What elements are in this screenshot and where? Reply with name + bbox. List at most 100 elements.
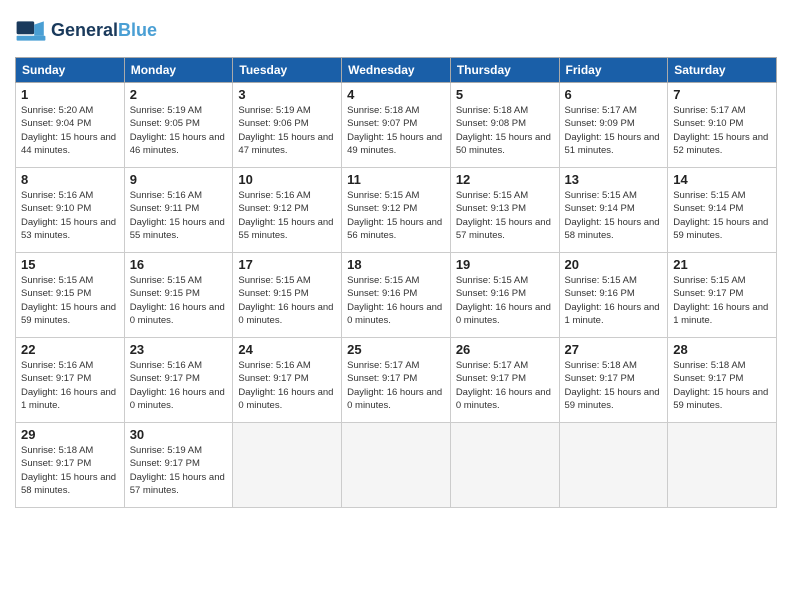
day-number: 8 bbox=[21, 172, 119, 187]
calendar-day-cell: 20 Sunrise: 5:15 AMSunset: 9:16 PMDayligh… bbox=[559, 253, 668, 338]
calendar-day-cell: 10 Sunrise: 5:16 AMSunset: 9:12 PMDayligh… bbox=[233, 168, 342, 253]
calendar-day-cell: 30 Sunrise: 5:19 AMSunset: 9:17 PMDayligh… bbox=[124, 423, 233, 508]
calendar-day-cell: 8Sunrise: 5:16 AMSunset: 9:10 PMDaylight… bbox=[16, 168, 125, 253]
calendar-day-cell: 29 Sunrise: 5:18 AMSunset: 9:17 PMDayligh… bbox=[16, 423, 125, 508]
logo-text: GeneralBlue bbox=[51, 21, 157, 41]
day-number: 27 bbox=[565, 342, 663, 357]
day-info: Sunrise: 5:15 AMSunset: 9:15 PMDaylight:… bbox=[238, 274, 336, 327]
calendar-day-cell: 11Sunrise: 5:15 AMSunset: 9:12 PMDayligh… bbox=[342, 168, 451, 253]
calendar-day-cell bbox=[559, 423, 668, 508]
calendar-week-row: 1Sunrise: 5:20 AMSunset: 9:04 PMDaylight… bbox=[16, 83, 777, 168]
day-number: 19 bbox=[456, 257, 554, 272]
calendar-day-cell: 3 Sunrise: 5:19 AMSunset: 9:06 PMDaylight… bbox=[233, 83, 342, 168]
day-number: 22 bbox=[21, 342, 119, 357]
calendar-day-cell: 4 Sunrise: 5:18 AMSunset: 9:07 PMDaylight… bbox=[342, 83, 451, 168]
day-info: Sunrise: 5:18 AMSunset: 9:17 PMDaylight:… bbox=[565, 359, 663, 412]
calendar-day-cell: 14 Sunrise: 5:15 AMSunset: 9:14 PMDayligh… bbox=[668, 168, 777, 253]
day-number: 5 bbox=[456, 87, 554, 102]
day-info: Sunrise: 5:19 AMSunset: 9:06 PMDaylight:… bbox=[238, 104, 336, 157]
day-info: Sunrise: 5:15 AMSunset: 9:13 PMDaylight:… bbox=[456, 189, 554, 242]
calendar-day-cell: 15 Sunrise: 5:15 AMSunset: 9:15 PMDayligh… bbox=[16, 253, 125, 338]
calendar-week-row: 8Sunrise: 5:16 AMSunset: 9:10 PMDaylight… bbox=[16, 168, 777, 253]
day-number: 7 bbox=[673, 87, 771, 102]
day-number: 20 bbox=[565, 257, 663, 272]
day-number: 26 bbox=[456, 342, 554, 357]
day-info: Sunrise: 5:15 AMSunset: 9:17 PMDaylight:… bbox=[673, 274, 771, 327]
day-info: Sunrise: 5:15 AMSunset: 9:16 PMDaylight:… bbox=[456, 274, 554, 327]
calendar-day-cell: 6 Sunrise: 5:17 AMSunset: 9:09 PMDaylight… bbox=[559, 83, 668, 168]
day-number: 10 bbox=[238, 172, 336, 187]
calendar-day-cell: 19 Sunrise: 5:15 AMSunset: 9:16 PMDayligh… bbox=[450, 253, 559, 338]
day-number: 17 bbox=[238, 257, 336, 272]
calendar-day-cell bbox=[233, 423, 342, 508]
calendar-day-cell: 25Sunrise: 5:17 AMSunset: 9:17 PMDayligh… bbox=[342, 338, 451, 423]
day-info: Sunrise: 5:16 AMSunset: 9:12 PMDaylight:… bbox=[238, 189, 336, 242]
calendar-day-cell: 27 Sunrise: 5:18 AMSunset: 9:17 PMDayligh… bbox=[559, 338, 668, 423]
calendar-day-cell: 18Sunrise: 5:15 AMSunset: 9:16 PMDayligh… bbox=[342, 253, 451, 338]
weekday-header: Sunday bbox=[16, 58, 125, 83]
day-number: 29 bbox=[21, 427, 119, 442]
day-info: Sunrise: 5:20 AMSunset: 9:04 PMDaylight:… bbox=[21, 104, 119, 157]
calendar-day-cell: 1Sunrise: 5:20 AMSunset: 9:04 PMDaylight… bbox=[16, 83, 125, 168]
calendar-day-cell: 21Sunrise: 5:15 AMSunset: 9:17 PMDayligh… bbox=[668, 253, 777, 338]
calendar-week-row: 15 Sunrise: 5:15 AMSunset: 9:15 PMDayligh… bbox=[16, 253, 777, 338]
calendar-week-row: 22 Sunrise: 5:16 AMSunset: 9:17 PMDayligh… bbox=[16, 338, 777, 423]
weekday-header: Thursday bbox=[450, 58, 559, 83]
day-info: Sunrise: 5:16 AMSunset: 9:17 PMDaylight:… bbox=[238, 359, 336, 412]
day-number: 12 bbox=[456, 172, 554, 187]
day-info: Sunrise: 5:15 AMSunset: 9:16 PMDaylight:… bbox=[565, 274, 663, 327]
day-info: Sunrise: 5:17 AMSunset: 9:17 PMDaylight:… bbox=[347, 359, 445, 412]
day-info: Sunrise: 5:17 AMSunset: 9:09 PMDaylight:… bbox=[565, 104, 663, 157]
calendar-day-cell: 26 Sunrise: 5:17 AMSunset: 9:17 PMDayligh… bbox=[450, 338, 559, 423]
day-info: Sunrise: 5:15 AMSunset: 9:16 PMDaylight:… bbox=[347, 274, 445, 327]
day-info: Sunrise: 5:17 AMSunset: 9:10 PMDaylight:… bbox=[673, 104, 771, 157]
day-number: 23 bbox=[130, 342, 228, 357]
day-number: 15 bbox=[21, 257, 119, 272]
calendar-day-cell bbox=[342, 423, 451, 508]
calendar-day-cell: 2 Sunrise: 5:19 AMSunset: 9:05 PMDaylight… bbox=[124, 83, 233, 168]
calendar-day-cell bbox=[668, 423, 777, 508]
day-number: 24 bbox=[238, 342, 336, 357]
day-info: Sunrise: 5:15 AMSunset: 9:12 PMDaylight:… bbox=[347, 189, 445, 242]
day-number: 28 bbox=[673, 342, 771, 357]
day-info: Sunrise: 5:16 AMSunset: 9:17 PMDaylight:… bbox=[21, 359, 119, 412]
day-number: 30 bbox=[130, 427, 228, 442]
weekday-header: Friday bbox=[559, 58, 668, 83]
day-info: Sunrise: 5:15 AMSunset: 9:15 PMDaylight:… bbox=[21, 274, 119, 327]
calendar-week-row: 29 Sunrise: 5:18 AMSunset: 9:17 PMDayligh… bbox=[16, 423, 777, 508]
calendar-day-cell: 28 Sunrise: 5:18 AMSunset: 9:17 PMDayligh… bbox=[668, 338, 777, 423]
weekday-header: Saturday bbox=[668, 58, 777, 83]
day-info: Sunrise: 5:15 AMSunset: 9:15 PMDaylight:… bbox=[130, 274, 228, 327]
day-info: Sunrise: 5:16 AMSunset: 9:11 PMDaylight:… bbox=[130, 189, 228, 242]
day-info: Sunrise: 5:19 AMSunset: 9:05 PMDaylight:… bbox=[130, 104, 228, 157]
calendar-day-cell bbox=[450, 423, 559, 508]
weekday-header: Tuesday bbox=[233, 58, 342, 83]
day-number: 3 bbox=[238, 87, 336, 102]
weekday-header: Wednesday bbox=[342, 58, 451, 83]
calendar-day-cell: 7 Sunrise: 5:17 AMSunset: 9:10 PMDaylight… bbox=[668, 83, 777, 168]
day-info: Sunrise: 5:19 AMSunset: 9:17 PMDaylight:… bbox=[130, 444, 228, 497]
day-info: Sunrise: 5:18 AMSunset: 9:07 PMDaylight:… bbox=[347, 104, 445, 157]
calendar-day-cell: 17 Sunrise: 5:15 AMSunset: 9:15 PMDayligh… bbox=[233, 253, 342, 338]
calendar-day-cell: 24 Sunrise: 5:16 AMSunset: 9:17 PMDayligh… bbox=[233, 338, 342, 423]
day-info: Sunrise: 5:15 AMSunset: 9:14 PMDaylight:… bbox=[673, 189, 771, 242]
logo: GeneralBlue bbox=[15, 15, 157, 47]
calendar-day-cell: 13 Sunrise: 5:15 AMSunset: 9:14 PMDayligh… bbox=[559, 168, 668, 253]
day-info: Sunrise: 5:18 AMSunset: 9:17 PMDaylight:… bbox=[673, 359, 771, 412]
calendar-table: SundayMondayTuesdayWednesdayThursdayFrid… bbox=[15, 57, 777, 508]
day-number: 14 bbox=[673, 172, 771, 187]
weekday-header-row: SundayMondayTuesdayWednesdayThursdayFrid… bbox=[16, 58, 777, 83]
day-number: 2 bbox=[130, 87, 228, 102]
calendar-day-cell: 12 Sunrise: 5:15 AMSunset: 9:13 PMDayligh… bbox=[450, 168, 559, 253]
calendar-day-cell: 16 Sunrise: 5:15 AMSunset: 9:15 PMDayligh… bbox=[124, 253, 233, 338]
day-info: Sunrise: 5:17 AMSunset: 9:17 PMDaylight:… bbox=[456, 359, 554, 412]
day-number: 16 bbox=[130, 257, 228, 272]
calendar-day-cell: 23Sunrise: 5:16 AMSunset: 9:17 PMDayligh… bbox=[124, 338, 233, 423]
day-number: 13 bbox=[565, 172, 663, 187]
day-number: 6 bbox=[565, 87, 663, 102]
day-info: Sunrise: 5:18 AMSunset: 9:17 PMDaylight:… bbox=[21, 444, 119, 497]
day-number: 9 bbox=[130, 172, 228, 187]
header: GeneralBlue bbox=[15, 15, 777, 47]
day-number: 4 bbox=[347, 87, 445, 102]
day-info: Sunrise: 5:15 AMSunset: 9:14 PMDaylight:… bbox=[565, 189, 663, 242]
